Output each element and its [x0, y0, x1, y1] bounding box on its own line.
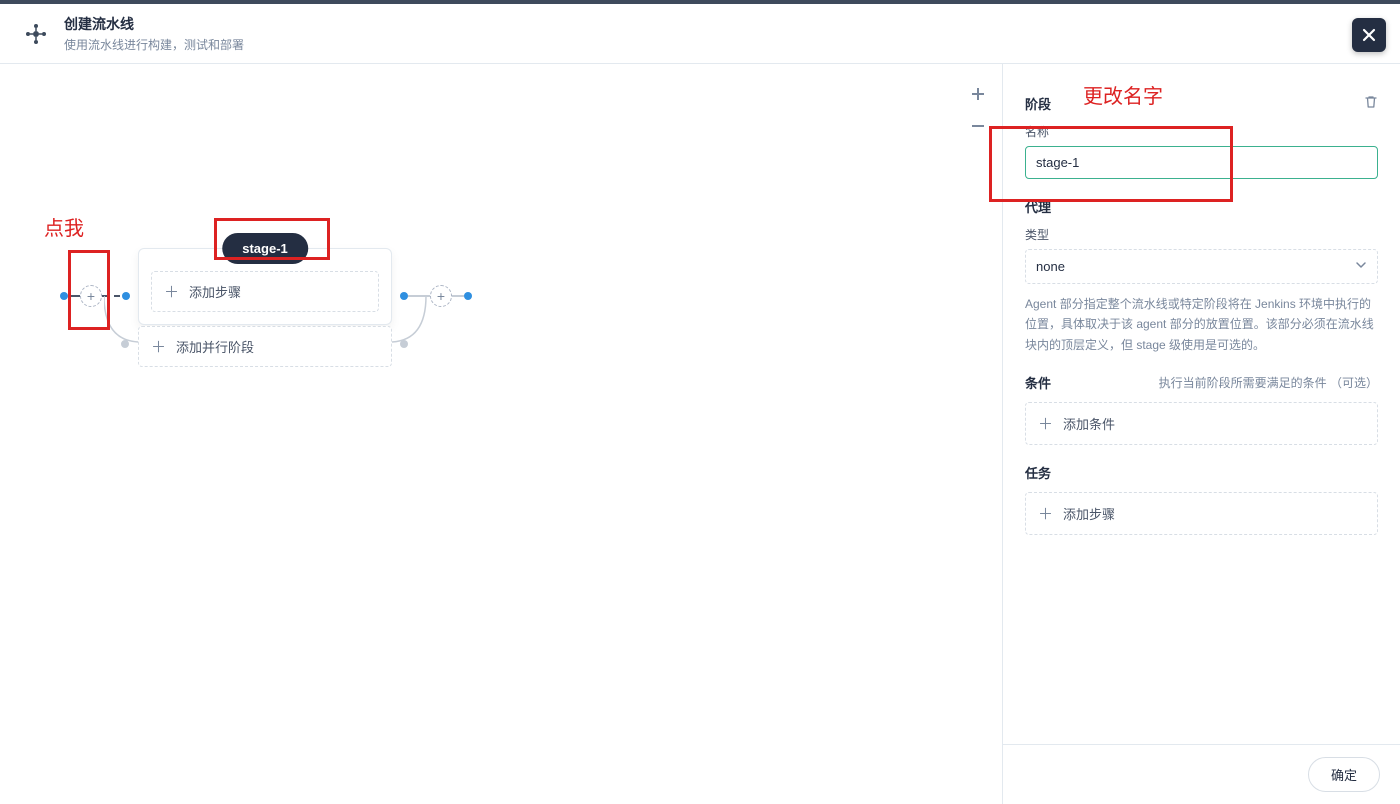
close-button[interactable]: [1352, 18, 1386, 52]
add-condition-label: 添加条件: [1063, 414, 1115, 433]
plus-icon: ＋: [1038, 413, 1053, 434]
name-field-label: 名称: [1025, 123, 1378, 140]
add-stage-after-button[interactable]: +: [430, 285, 452, 307]
annotation-click-me: 点我: [44, 212, 84, 241]
agent-type-select[interactable]: none: [1025, 249, 1378, 284]
pipeline-end-node: [464, 292, 472, 300]
add-step-label: 添加步骤: [189, 282, 241, 301]
plus-icon: ＋: [164, 281, 179, 302]
chevron-down-icon: [1355, 259, 1367, 274]
pipeline-icon: [20, 18, 52, 50]
stage-name-pill[interactable]: stage-1: [222, 233, 308, 264]
add-stage-before-button[interactable]: +: [80, 285, 102, 307]
sidebar-footer: 确定: [1003, 744, 1400, 804]
modal-header: 创建流水线 使用流水线进行构建，测试和部署: [0, 4, 1400, 64]
agent-help-text: Agent 部分指定整个流水线或特定阶段将在 Jenkins 环境中执行的位置，…: [1025, 294, 1378, 355]
agent-type-label: 类型: [1025, 226, 1378, 243]
connector-line: [452, 295, 464, 297]
stage-name-input[interactable]: [1025, 146, 1378, 179]
section-agent-label: 代理: [1025, 197, 1378, 216]
agent-type-value: none: [1036, 259, 1065, 274]
stage-card[interactable]: stage-1 ＋ 添加步骤: [138, 248, 392, 325]
parallel-out-node: [400, 340, 408, 348]
connector-curve: [104, 296, 140, 346]
add-parallel-label: 添加并行阶段: [176, 337, 254, 356]
connector-line: [68, 295, 80, 297]
add-step-button[interactable]: ＋ 添加步骤: [151, 271, 379, 312]
modal-subtitle: 使用流水线进行构建，测试和部署: [64, 36, 244, 53]
pipeline-canvas[interactable]: + stage-1 ＋ 添加步骤 ＋ 添加并行阶段: [0, 64, 1002, 804]
add-task-step-button[interactable]: ＋ 添加步骤: [1025, 492, 1378, 535]
delete-stage-button[interactable]: [1364, 95, 1378, 112]
pipeline-start-node: [60, 292, 68, 300]
section-stage-text: 阶段: [1025, 94, 1051, 113]
section-conditions-label: 条件 执行当前阶段所需要满足的条件 （可选）: [1025, 373, 1378, 392]
confirm-button[interactable]: 确定: [1308, 757, 1380, 792]
add-parallel-stage-button[interactable]: ＋ 添加并行阶段: [138, 326, 392, 367]
modal-title: 创建流水线: [64, 14, 244, 34]
conditions-help-text: 执行当前阶段所需要满足的条件 （可选）: [1159, 374, 1378, 391]
parallel-in-node: [121, 340, 129, 348]
stage-config-sidebar: 更改名字 阶段 名称 代理 类型 none: [1002, 64, 1400, 804]
plus-icon: ＋: [151, 336, 166, 357]
plus-icon: ＋: [1038, 503, 1053, 524]
section-agent-text: 代理: [1025, 197, 1051, 216]
add-task-step-label: 添加步骤: [1063, 504, 1115, 523]
section-conditions-text: 条件: [1025, 373, 1051, 392]
zoom-in-button[interactable]: [968, 84, 988, 104]
section-tasks-label: 任务: [1025, 463, 1378, 482]
add-condition-button[interactable]: ＋ 添加条件: [1025, 402, 1378, 445]
section-stage-label: 阶段: [1025, 94, 1378, 113]
zoom-out-button[interactable]: [968, 116, 988, 136]
connector-curve: [392, 296, 428, 346]
connector-line: [408, 295, 430, 297]
section-tasks-text: 任务: [1025, 463, 1051, 482]
stage-out-node: [400, 292, 408, 300]
